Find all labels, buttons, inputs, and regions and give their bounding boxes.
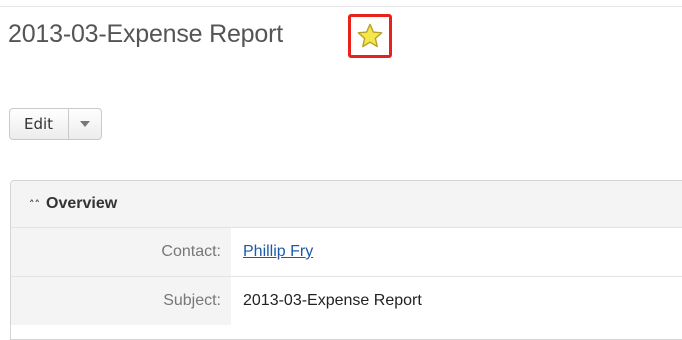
field-row-subject: Subject: 2013-03-Expense Report: [11, 276, 682, 325]
actions-dropdown-button[interactable]: [69, 108, 103, 140]
chevron-double-up-icon: ˄˄: [29, 197, 40, 211]
overview-panel-header[interactable]: ˄˄ Overview: [11, 181, 682, 227]
star-icon: [357, 23, 383, 48]
field-row-contact: Contact: Phillip Fry: [11, 227, 682, 276]
edit-button[interactable]: Edit: [9, 108, 70, 140]
favorite-button[interactable]: [348, 14, 392, 58]
subject-value: 2013-03-Expense Report: [243, 292, 422, 309]
action-button-group: Edit: [9, 108, 103, 140]
subject-label: Subject:: [11, 277, 231, 325]
overview-header-label: Overview: [46, 195, 118, 212]
overview-panel: ˄˄ Overview Contact: Phillip Fry Subject…: [10, 180, 682, 340]
contact-value: Phillip Fry: [231, 228, 682, 276]
contact-link[interactable]: Phillip Fry: [243, 243, 313, 261]
contact-label: Contact:: [11, 228, 231, 276]
page-title: 2013-03-Expense Report: [8, 19, 283, 48]
title-row: 2013-03-Expense Report: [8, 14, 283, 54]
caret-down-icon: [80, 121, 91, 127]
top-divider: [0, 6, 682, 7]
